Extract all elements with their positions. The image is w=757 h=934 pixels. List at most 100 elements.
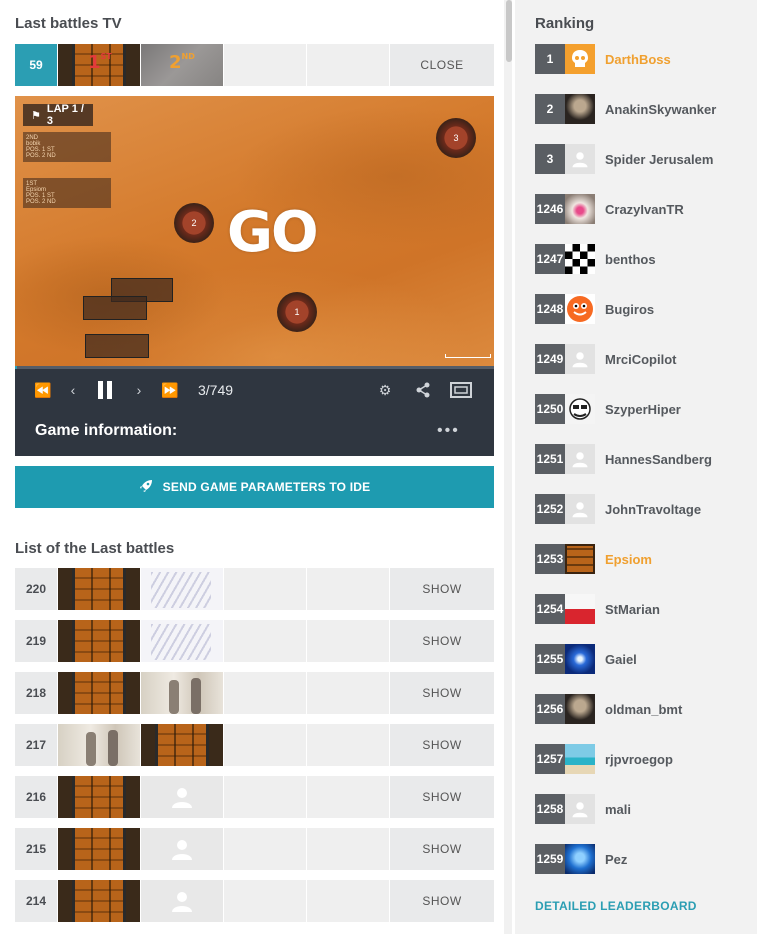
player-name[interactable]: Gaiel [605, 652, 637, 667]
player1-thumbnail: 1ST [58, 44, 140, 86]
game-replay-viewer[interactable]: ⚑ LAP 1 / 3 2ND bobik POS. 1 ST POS. 2 N… [15, 96, 494, 366]
player-name[interactable]: Epsiom [605, 552, 652, 567]
player-name[interactable]: oldman_bmt [605, 702, 682, 717]
show-button[interactable]: SHOW [390, 880, 494, 922]
user-icon [172, 840, 192, 860]
ranking-item[interactable]: 1255 Gaiel [535, 644, 637, 674]
player2-thumbnail [141, 672, 223, 714]
checkpoint-3: 3 [436, 118, 476, 158]
ranking-item[interactable]: 1258 mali [535, 794, 631, 824]
avatar [565, 294, 595, 324]
ranking-item[interactable]: 1249 MrciCopilot [535, 344, 677, 374]
send-parameters-button[interactable]: SEND GAME PARAMETERS TO IDE [15, 466, 494, 508]
ranking-item[interactable]: 1247 benthos [535, 244, 656, 274]
ranking-item[interactable]: 1250 SzyperHiper [535, 394, 681, 424]
ranking-item[interactable]: 1259 Pez [535, 844, 627, 874]
battle-id: 215 [15, 828, 57, 870]
ranking-item[interactable]: 1256 oldman_bmt [535, 694, 682, 724]
avatar [565, 194, 595, 224]
rank-number: 1255 [535, 644, 565, 674]
avatar [565, 544, 595, 574]
show-button[interactable]: SHOW [390, 672, 494, 714]
pod-marker [83, 296, 147, 320]
show-button[interactable]: SHOW [390, 568, 494, 610]
pause-icon[interactable] [95, 380, 115, 400]
fast-forward-icon[interactable]: ⏩ [160, 380, 180, 400]
empty-slot [307, 880, 389, 922]
player-name[interactable]: mali [605, 802, 631, 817]
tv-battle-bar: 59 1ST 2ND CLOSE [15, 44, 494, 86]
show-button[interactable]: SHOW [390, 724, 494, 766]
game-information-label: Game information: [35, 422, 178, 439]
ranking-item[interactable]: 1248 Bugiros [535, 294, 654, 324]
go-text: GO [227, 200, 319, 265]
player-name[interactable]: DarthBoss [605, 52, 671, 67]
scrollbar[interactable] [504, 0, 512, 934]
empty-slot [224, 776, 306, 818]
battle-id: 214 [15, 880, 57, 922]
battle-row: 215 SHOW [15, 828, 494, 870]
share-icon[interactable] [413, 380, 433, 400]
empty-slot [224, 724, 306, 766]
rewind-icon[interactable]: ⏪ [33, 380, 53, 400]
close-button[interactable]: CLOSE [390, 44, 494, 86]
empty-slot [307, 672, 389, 714]
ranking-item[interactable]: 3 Spider Jerusalem [535, 144, 713, 174]
replay-progress[interactable] [15, 366, 494, 369]
show-button[interactable]: SHOW [390, 828, 494, 870]
ranking-item[interactable]: 1251 HannesSandberg [535, 444, 712, 474]
step-forward-icon[interactable]: › [131, 380, 147, 400]
ranking-item[interactable]: 1257 rjpvroegop [535, 744, 673, 774]
player-name[interactable]: rjpvroegop [605, 752, 673, 767]
empty-slot [224, 880, 306, 922]
fullscreen-icon[interactable] [449, 380, 473, 400]
player-name[interactable]: JohnTravoltage [605, 502, 701, 517]
ranking-item[interactable]: 2 AnakinSkywanker [535, 94, 716, 124]
player-panel-2nd: 2ND bobik POS. 1 ST POS. 2 ND [23, 132, 111, 162]
rank-number: 1250 [535, 394, 565, 424]
rank-number: 1248 [535, 294, 565, 324]
ranking-item[interactable]: 1253 Epsiom [535, 544, 652, 574]
player-name[interactable]: MrciCopilot [605, 352, 677, 367]
empty-slot [224, 568, 306, 610]
second-place-badge: 2ND [169, 52, 195, 73]
rocket-icon [139, 479, 153, 496]
player-name[interactable]: Bugiros [605, 302, 654, 317]
player-name[interactable]: benthos [605, 252, 656, 267]
show-button[interactable]: SHOW [390, 620, 494, 662]
rank-number: 1257 [535, 744, 565, 774]
player1-thumbnail [58, 724, 140, 766]
ranking-sidebar: Ranking 1 DarthBoss 2 AnakinSkywanker 3 Spide… [515, 0, 757, 934]
step-back-icon[interactable]: ‹ [65, 380, 81, 400]
player-name[interactable]: AnakinSkywanker [605, 102, 716, 117]
ranking-item[interactable]: 1254 StMarian [535, 594, 660, 624]
player-name[interactable]: SzyperHiper [605, 402, 681, 417]
gear-icon[interactable]: ⚙ [375, 380, 395, 400]
show-button[interactable]: SHOW [390, 776, 494, 818]
player-panel-1st: 1ST Epsiom POS. 1 ST POS. 2 ND [23, 178, 111, 208]
battle-id: 219 [15, 620, 57, 662]
more-options-icon[interactable]: ••• [437, 422, 460, 440]
player-name[interactable]: HannesSandberg [605, 452, 712, 467]
player-name[interactable]: CrazyIvanTR [605, 202, 684, 217]
ranking-item[interactable]: 1246 CrazyIvanTR [535, 194, 684, 224]
player-name[interactable]: Pez [605, 852, 627, 867]
scrollbar-thumb[interactable] [506, 0, 512, 62]
player2-thumbnail [141, 828, 223, 870]
avatar [565, 594, 595, 624]
player1-thumbnail [58, 672, 140, 714]
rank-number: 1256 [535, 694, 565, 724]
rank-number: 1246 [535, 194, 565, 224]
frame-counter: 3/749 [198, 382, 234, 398]
first-place-badge: 1ST [88, 52, 112, 73]
ranking-item[interactable]: 1252 JohnTravoltage [535, 494, 701, 524]
empty-slot [307, 776, 389, 818]
player-name[interactable]: Spider Jerusalem [605, 152, 713, 167]
pod-marker [85, 334, 149, 358]
battle-id: 218 [15, 672, 57, 714]
detailed-leaderboard-link[interactable]: DETAILED LEADERBOARD [535, 899, 697, 913]
ranking-item[interactable]: 1 DarthBoss [535, 44, 671, 74]
player-name[interactable]: StMarian [605, 602, 660, 617]
avatar [565, 694, 595, 724]
rank-number: 1249 [535, 344, 565, 374]
